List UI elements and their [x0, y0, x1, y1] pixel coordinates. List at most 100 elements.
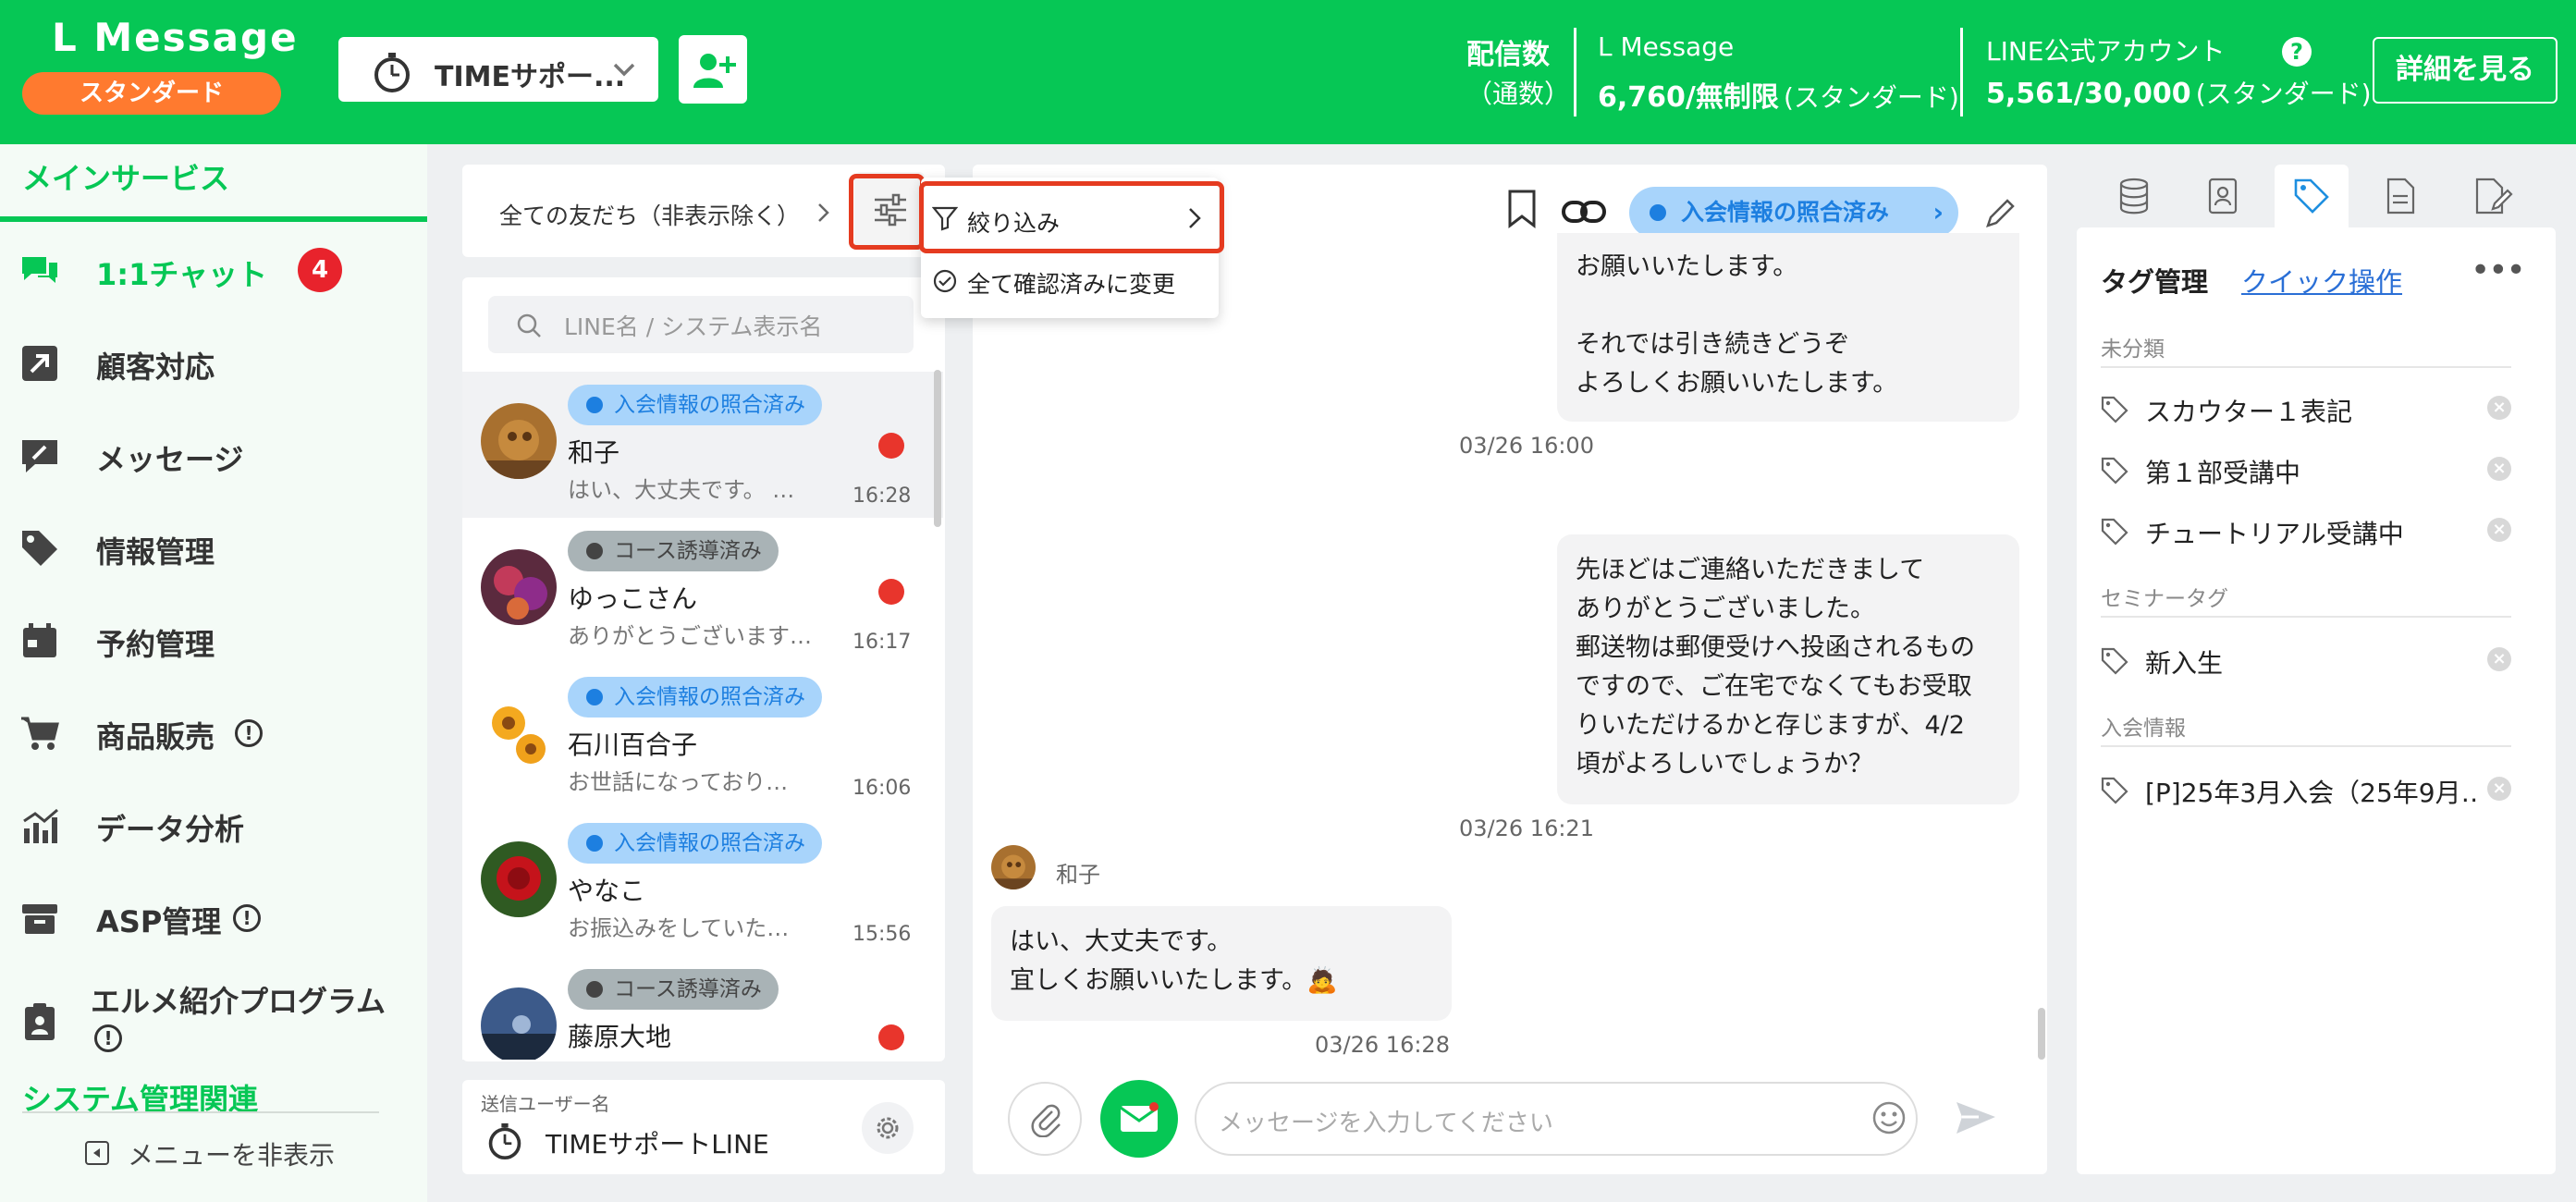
contact-card-icon	[2208, 178, 2238, 215]
edit-icon[interactable]	[1984, 198, 2016, 229]
tab-document[interactable]	[2363, 165, 2437, 227]
chat-status-tag[interactable]: 入会情報の照合済み ›	[1629, 187, 1958, 239]
avatar	[481, 695, 557, 771]
chevron-right-icon	[818, 203, 829, 222]
sidebar-item-label: 1:1チャット	[96, 257, 268, 292]
panel-title: タグ管理	[2101, 266, 2209, 298]
sender-label: 送信ユーザー名	[481, 1093, 610, 1115]
sidebar-item-referral-program[interactable]: エルメ紹介プログラム !	[0, 965, 427, 1076]
bookmark-icon[interactable]	[1507, 189, 1537, 229]
stopwatch-icon	[488, 1122, 521, 1159]
link-icon[interactable]	[1561, 198, 1607, 226]
sidebar: メインサービス 1:1チャット 4 顧客対応 メッセージ 情報管理 予約管理 商…	[0, 144, 427, 1202]
envelope-icon	[1120, 1102, 1159, 1132]
avatar	[481, 549, 557, 625]
menu-item-mark-all-read[interactable]: 全て確認済みに変更	[925, 255, 1215, 311]
sidebar-item-message[interactable]: メッセージ	[0, 411, 427, 499]
remove-tag-button[interactable]: ×	[2487, 457, 2511, 481]
remove-tag-button[interactable]: ×	[2487, 647, 2511, 671]
sidebar-item-reservations[interactable]: 予約管理	[0, 595, 427, 684]
tab-tags[interactable]	[2275, 165, 2349, 227]
warning-icon: !	[233, 904, 261, 932]
friend-list-item[interactable]: コース誘導済み ゆっこさん ありがとうございます… 16:17	[462, 518, 943, 664]
avatar	[481, 841, 557, 917]
tag-management-panel	[2077, 227, 2556, 1174]
remove-tag-button[interactable]: ×	[2487, 777, 2511, 801]
sidebar-item-label: 顧客対応	[96, 350, 215, 385]
help-icon[interactable]: ?	[2282, 37, 2312, 67]
sidebar-item-info-management[interactable]: 情報管理	[0, 503, 427, 592]
details-button[interactable]: 詳細を見る	[2373, 37, 2558, 104]
emoji-icon[interactable]	[1871, 1100, 1907, 1135]
chat-icon	[22, 257, 57, 283]
tag-icon	[22, 531, 57, 566]
tab-database[interactable]	[2097, 165, 2171, 227]
friend-list-item[interactable]: 入会情報の照合済み やなこ お振込みをしていた… 15:56	[462, 810, 943, 956]
friend-name: 和子	[568, 437, 620, 468]
outgoing-message: 先ほどはご連絡いただきまして ありがとうございました。 郵送物は郵便受けへ投函さ…	[1557, 534, 2019, 804]
plan-badge: スタンダード	[22, 72, 281, 115]
remove-tag-button[interactable]: ×	[2487, 518, 2511, 542]
lmessage-plan: (スタンダード)	[1783, 82, 1959, 113]
section-main-service: メインサービス	[22, 161, 230, 196]
more-options-button[interactable]: •••	[2471, 251, 2526, 289]
message-timestamp: 03/26 16:21	[1459, 816, 1594, 841]
tag-icon	[2101, 647, 2128, 675]
tab-notes[interactable]	[2452, 165, 2541, 227]
remove-tag-button[interactable]: ×	[2487, 396, 2511, 420]
sidebar-item-customer-support[interactable]: 顧客対応	[0, 318, 427, 407]
sidebar-item-product-sales[interactable]: 商品販売 !	[0, 688, 427, 777]
message-type-button[interactable]	[1100, 1080, 1178, 1158]
chat-scrollbar[interactable]	[2038, 1008, 2045, 1060]
line-account-plan: (スタンダード)	[2195, 79, 2372, 109]
paperclip-icon	[1031, 1104, 1061, 1137]
sidebar-item-asp-management[interactable]: ASP管理 !	[0, 873, 427, 962]
status-tag: 入会情報の照合済み	[568, 677, 822, 718]
sidebar-item-chat[interactable]: 1:1チャット	[0, 226, 427, 314]
account-select[interactable]: TIMEサポー...	[338, 37, 658, 102]
message-timestamp: 03/26 16:28	[1315, 1032, 1450, 1058]
tag-section-title: セミナータグ	[2101, 587, 2228, 611]
hide-menu-label: メニューを非表示	[128, 1140, 336, 1171]
unread-count-badge: 4	[298, 248, 342, 292]
tag-item: [P]25年3月入会（25年9月… ×	[2101, 767, 2517, 814]
status-tag: コース誘導済み	[568, 969, 779, 1010]
arrow-up-right-icon	[22, 346, 57, 381]
unread-dot	[878, 433, 904, 459]
friend-filter-select[interactable]: 全ての友だち（非表示除く）	[499, 198, 800, 231]
sidebar-item-data-analysis[interactable]: データ分析	[0, 780, 427, 869]
tag-item: スカウター１表記 ×	[2101, 386, 2517, 433]
friend-list-scrollbar[interactable]	[934, 370, 941, 527]
account-name: TIMEサポー...	[435, 61, 626, 93]
document-icon	[2386, 178, 2415, 215]
search-placeholder: LINE名 / システム表示名	[564, 313, 823, 340]
tag-section-title: 入会情報	[2101, 717, 2186, 741]
tag-section-title: 未分類	[2101, 337, 2165, 362]
lmessage-label: L Message	[1598, 31, 1735, 62]
add-user-button[interactable]	[679, 35, 747, 104]
tab-contact[interactable]	[2186, 165, 2260, 227]
attach-button[interactable]	[1008, 1082, 1082, 1156]
quick-operation-link[interactable]: クイック操作	[2241, 261, 2402, 300]
tag-item: 新入生 ×	[2101, 638, 2517, 684]
friend-name: 石川百合子	[568, 730, 698, 760]
friend-name: やなこ	[568, 876, 646, 906]
tag-label: [P]25年3月入会（25年9月…	[2145, 778, 2478, 808]
message-preview: お世話になっており…	[568, 769, 789, 795]
hide-menu-button[interactable]: メニューを非表示	[81, 1135, 377, 1172]
status-tag: 入会情報の照合済み	[568, 823, 822, 864]
section-divider	[2101, 745, 2511, 747]
friend-name: ゆっこさん	[568, 583, 698, 614]
unread-dot	[878, 579, 904, 605]
tag-label: 新入生	[2145, 648, 2224, 679]
line-account-label: LINE公式アカウント	[1986, 36, 2226, 67]
friend-list-item[interactable]: 入会情報の照合済み 和子 はい、大丈夫です。 … 16:28	[462, 372, 943, 518]
friend-list-item[interactable]: コース誘導済み 藤原大地	[462, 956, 943, 1060]
unread-dot	[878, 1024, 904, 1050]
send-icon[interactable]	[1955, 1098, 1997, 1137]
calendar-icon	[23, 623, 56, 657]
friend-list-item[interactable]: 入会情報の照合済み 石川百合子 お世話になっており… 16:06	[462, 664, 943, 810]
sender-settings-button[interactable]	[862, 1102, 914, 1154]
sidebar-divider	[22, 1111, 379, 1113]
tag-icon	[2101, 396, 2128, 423]
